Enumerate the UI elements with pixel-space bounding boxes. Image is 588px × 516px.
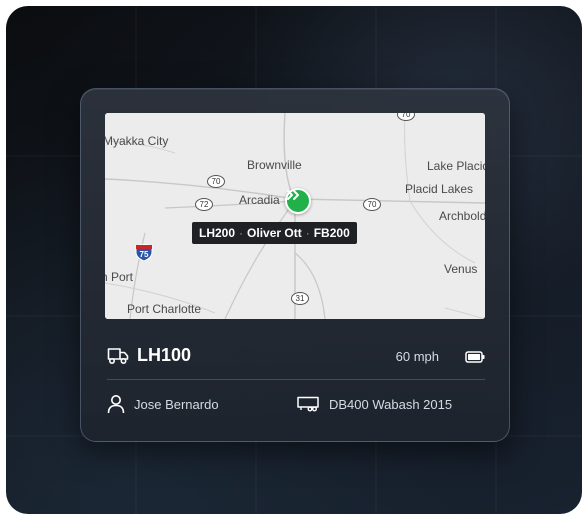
vehicle-card[interactable]: Myakka City Brownville Arcadia Lake Plac… — [80, 88, 510, 442]
card-divider — [107, 379, 485, 380]
tooltip-separator: · — [305, 226, 310, 240]
route-shield: 31 — [291, 292, 309, 305]
app-background: Myakka City Brownville Arcadia Lake Plac… — [6, 6, 582, 514]
map-vehicle-tooltip: LH200 · Oliver Ott · FB200 — [192, 222, 357, 244]
map-town-label: Port Charlotte — [127, 302, 202, 316]
battery-icon — [465, 350, 485, 368]
trailer-icon — [297, 396, 319, 417]
route-shield: 70 — [363, 198, 381, 211]
interstate-shield: 75 — [135, 244, 153, 261]
map-town-label: Venus — [444, 262, 478, 276]
trailer-name: DB400 Wabash 2015 — [329, 397, 453, 412]
map-town-label: Myakka City — [105, 134, 169, 148]
vehicle-speed: 60 mph — [395, 349, 439, 364]
map-view[interactable]: Myakka City Brownville Arcadia Lake Plac… — [105, 113, 485, 319]
tooltip-trailer: FB200 — [313, 226, 350, 240]
route-shield: 72 — [195, 198, 213, 211]
truck-icon — [107, 347, 129, 370]
map-town-label: Placid Lakes — [405, 182, 474, 196]
vehicle-location-marker[interactable] — [285, 188, 311, 214]
driver-name: Jose Bernardo — [134, 397, 219, 412]
tooltip-separator: · — [239, 226, 244, 240]
map-town-label: Lake Placid — [427, 159, 485, 173]
map-town-label: Brownville — [247, 158, 302, 172]
route-shield: 70 — [207, 175, 225, 188]
user-icon — [107, 394, 125, 419]
map-town-label: h Port — [105, 270, 134, 284]
vehicle-details-row: Jose Bernardo DB400 Wabash 2015 — [107, 393, 485, 415]
map-town-label: Arcadia — [239, 193, 280, 207]
vehicle-id: LH100 — [137, 345, 192, 365]
map-town-label: Archbold — [439, 209, 485, 223]
vehicle-summary-row: LH100 60 mph — [107, 344, 485, 368]
tooltip-unit: LH200 — [199, 226, 236, 240]
tooltip-driver: Oliver Ott — [247, 226, 302, 240]
